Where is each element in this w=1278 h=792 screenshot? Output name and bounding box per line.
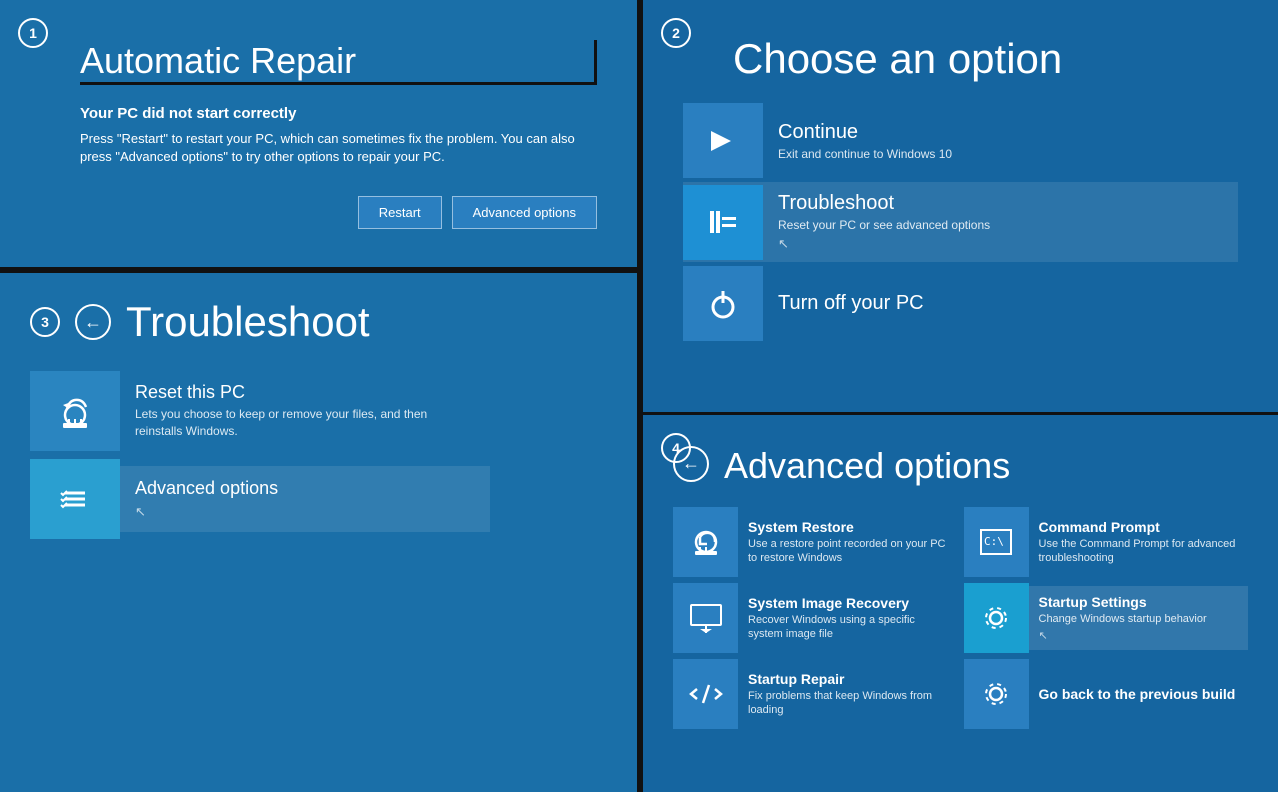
troubleshoot-title: Troubleshoot xyxy=(126,298,370,346)
option-advanced-options-3[interactable]: Advanced options ↖ xyxy=(30,459,490,539)
troubleshoot-desc: Reset your PC or see advanced options xyxy=(778,218,1223,232)
option-system-restore[interactable]: System Restore Use a restore point recor… xyxy=(673,507,958,577)
back-arrow-3[interactable]: ← xyxy=(75,304,111,340)
automatic-repair-desc: Press "Restart" to restart your PC, whic… xyxy=(80,130,597,166)
reset-pc-desc: Lets you choose to keep or remove your f… xyxy=(135,406,475,440)
step-badge-2: 2 xyxy=(661,18,691,48)
panel-advanced-options: 4 ← Advanced options System xyxy=(643,415,1278,792)
troubleshoot-options: Reset this PC Lets you choose to keep or… xyxy=(30,371,607,539)
startup-settings-desc: Change Windows startup behavior xyxy=(1039,612,1239,626)
settings2-icon xyxy=(964,659,1029,729)
code-icon xyxy=(673,659,738,729)
option-startup-repair[interactable]: Startup Repair Fix problems that keep Wi… xyxy=(673,659,958,729)
option-continue[interactable]: Continue Exit and continue to Windows 10 xyxy=(683,103,1238,178)
cmd-icon: C:\ xyxy=(964,507,1029,577)
option-command-prompt[interactable]: C:\ Command Prompt Use the Command Promp… xyxy=(964,507,1249,577)
step-badge-1: 1 xyxy=(18,18,48,48)
system-restore-label: System Restore xyxy=(748,519,948,535)
restore-icon xyxy=(673,507,738,577)
reset-pc-label: Reset this PC xyxy=(135,382,475,403)
power-icon xyxy=(683,266,763,341)
option-reset-pc[interactable]: Reset this PC Lets you choose to keep or… xyxy=(30,371,490,451)
panel-troubleshoot: 3 ← Troubleshoot Reset this PC Lets you … xyxy=(0,270,640,792)
step-badge-4: 4 xyxy=(661,433,691,463)
settings-icon xyxy=(964,583,1029,653)
choose-option-title: Choose an option xyxy=(733,35,1062,83)
image-recovery-icon xyxy=(673,583,738,653)
checklist-icon xyxy=(30,459,120,539)
startup-settings-label: Startup Settings xyxy=(1039,594,1239,610)
startup-repair-desc: Fix problems that keep Windows from load… xyxy=(748,689,948,718)
option-turn-off[interactable]: Turn off your PC xyxy=(683,266,1238,341)
troubleshoot-label: Troubleshoot xyxy=(778,192,1223,215)
option-system-image[interactable]: System Image Recovery Recover Windows us… xyxy=(673,583,958,653)
continue-desc: Exit and continue to Windows 10 xyxy=(778,147,1223,161)
option-troubleshoot[interactable]: Troubleshoot Reset your PC or see advanc… xyxy=(683,182,1238,262)
advanced-options-grid: System Restore Use a restore point recor… xyxy=(673,507,1248,729)
automatic-repair-subtitle: Your PC did not start correctly xyxy=(80,105,597,122)
right-column: 2 Choose an option Continue Exit and con… xyxy=(640,0,1278,792)
panel-choose-option: 2 Choose an option Continue Exit and con… xyxy=(643,0,1278,415)
system-image-label: System Image Recovery xyxy=(748,595,948,611)
advanced-options-button-1[interactable]: Advanced options xyxy=(452,196,597,229)
turn-off-label: Turn off your PC xyxy=(778,292,1223,315)
option-startup-settings[interactable]: Startup Settings Change Windows startup … xyxy=(964,583,1249,653)
reset-icon xyxy=(30,371,120,451)
continue-label: Continue xyxy=(778,121,1223,144)
choose-option-list: Continue Exit and continue to Windows 10… xyxy=(683,103,1238,341)
advanced-options-title: Advanced options xyxy=(724,445,1010,487)
panel-automatic-repair: 1 Automatic Repair Your PC did not start… xyxy=(0,0,640,270)
option-go-back[interactable]: Go back to the previous build xyxy=(964,659,1249,729)
svg-text:C:\: C:\ xyxy=(984,535,1004,548)
restart-button[interactable]: Restart xyxy=(358,196,442,229)
system-image-desc: Recover Windows using a specific system … xyxy=(748,613,948,642)
system-restore-desc: Use a restore point recorded on your PC … xyxy=(748,537,948,566)
go-back-label: Go back to the previous build xyxy=(1039,686,1236,702)
step-badge-3: 3 xyxy=(30,307,60,337)
advanced-options-3-label: Advanced options xyxy=(135,478,475,499)
arrow-right-icon xyxy=(683,103,763,178)
automatic-repair-title: Automatic Repair xyxy=(80,40,597,85)
command-prompt-label: Command Prompt xyxy=(1039,519,1239,535)
startup-repair-label: Startup Repair xyxy=(748,671,948,687)
wrench-icon xyxy=(683,185,763,260)
command-prompt-desc: Use the Command Prompt for advanced trou… xyxy=(1039,537,1239,566)
